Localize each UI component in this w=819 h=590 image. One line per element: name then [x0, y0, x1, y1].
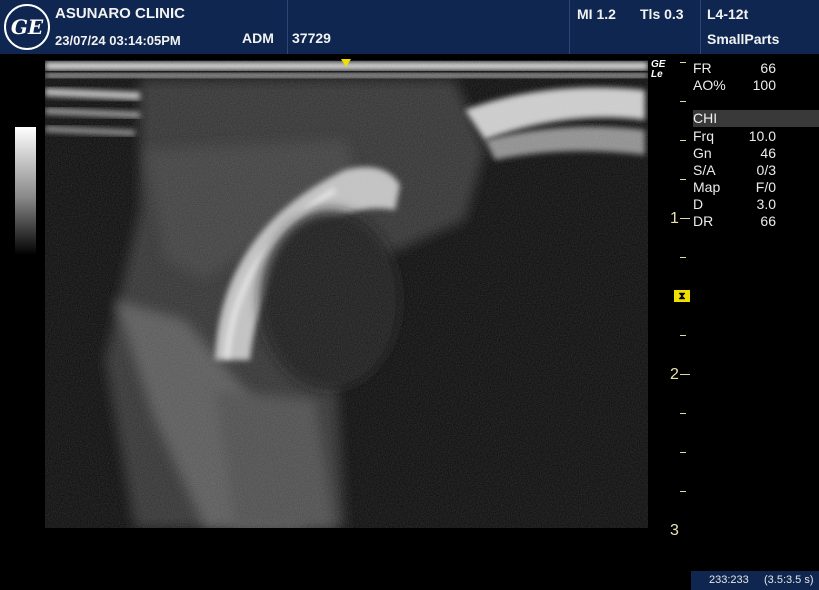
param-row: Map F/0 [693, 179, 776, 195]
thermal-index: Tls 0.3 [640, 6, 684, 22]
header-divider [700, 0, 701, 54]
ultrasound-image[interactable] [45, 60, 648, 528]
grayscale-bar [15, 127, 36, 255]
cine-time: (3.5:3.5 s) [764, 574, 814, 586]
focal-zone-icon: ⧗ [674, 290, 690, 302]
depth-tick [680, 218, 690, 219]
focus-marker-icon [341, 59, 351, 67]
param-row: S/A 0/3 [693, 162, 776, 178]
status-bar: 233:233 (3.5:3.5 s) [691, 571, 819, 590]
mechanical-index: MI 1.2 [577, 6, 616, 22]
depth-label: 1 [670, 210, 679, 227]
param-row: Frq 10.0 [693, 128, 776, 144]
clinic-name: ASUNARO CLINIC [55, 5, 185, 22]
depth-tick [680, 452, 686, 453]
parameter-panel: FR 66 AO% 100 CHI Frq 10.0 Gn 46 S/A 0/3 Map F… [693, 60, 819, 230]
exam-datetime: 23/07/24 03:14:05PM [55, 33, 181, 48]
param-row: AO% 100 [693, 77, 776, 93]
param-row: D 3.0 [693, 196, 776, 212]
param-row: FR 66 [693, 60, 776, 76]
operator-mode: ADM [242, 30, 274, 46]
probe-name: L4-12t [707, 6, 749, 22]
depth-tick [680, 413, 686, 414]
depth-tick [680, 101, 686, 102]
depth-tick [680, 491, 686, 492]
header-bar: GE ASUNARO CLINIC 23/07/24 03:14:05PM AD… [0, 0, 819, 54]
depth-label: 3 [670, 522, 679, 539]
header-divider [287, 0, 288, 54]
depth-label: 2 [670, 366, 679, 383]
preset-name: SmallParts [707, 31, 780, 47]
depth-tick [680, 179, 686, 180]
patient-id: 37729 [292, 30, 331, 46]
ge-logo-icon: GE [4, 4, 50, 50]
param-row: DR 66 [693, 213, 776, 229]
depth-tick [680, 335, 686, 336]
header-divider [569, 0, 570, 54]
cine-frame: 233:233 [709, 574, 749, 586]
param-row: Gn 46 [693, 145, 776, 161]
depth-tick [680, 374, 690, 375]
depth-tick [680, 140, 686, 141]
depth-tick [680, 257, 686, 258]
ultrasound-scan-graphic [45, 60, 648, 528]
depth-tick [680, 62, 686, 63]
chi-mode-label: CHI [693, 110, 819, 127]
